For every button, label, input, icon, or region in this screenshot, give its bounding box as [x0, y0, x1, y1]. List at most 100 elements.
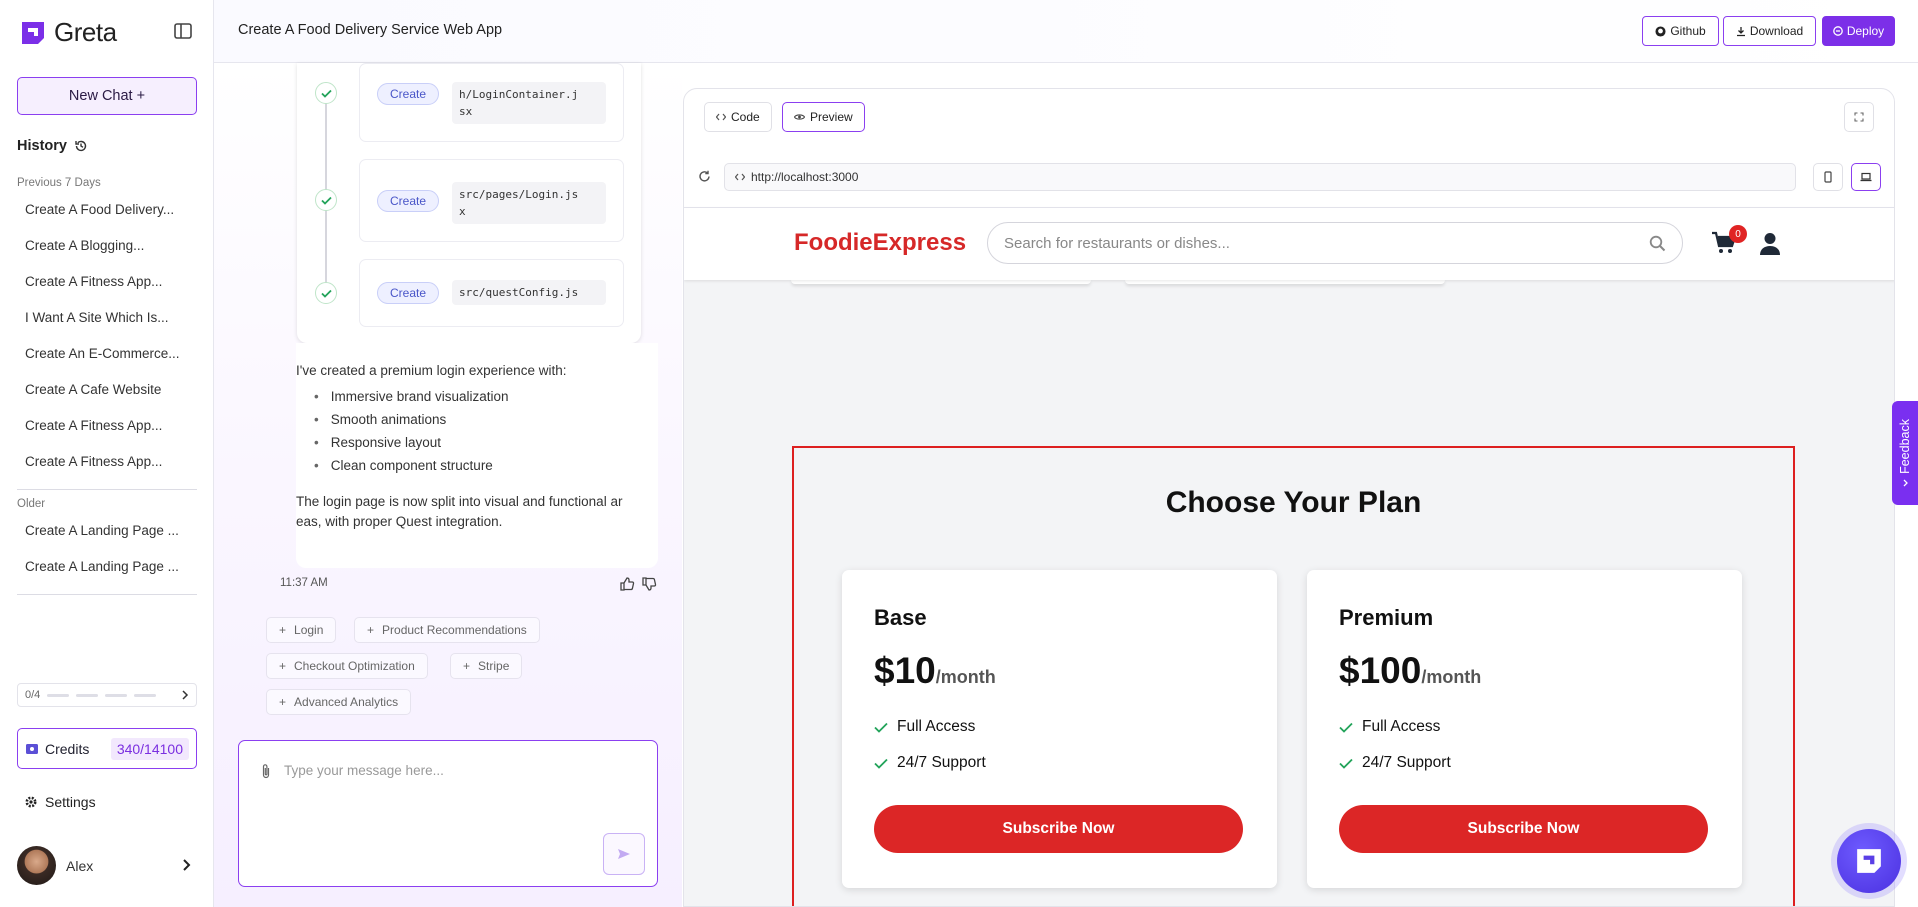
plus-icon: + [279, 695, 287, 709]
history-item[interactable]: I Want A Site Which Is... [25, 310, 169, 325]
suggestion-chip[interactable]: + Product Recommendations [354, 617, 540, 643]
url-bar[interactable]: http://localhost:3000 [724, 163, 1796, 191]
user-icon[interactable] [1759, 232, 1781, 256]
history-heading: History [17, 138, 88, 154]
feedback-tab[interactable]: Feedback [1892, 401, 1918, 505]
history-item[interactable]: Create A Fitness App... [25, 454, 162, 469]
suggestion-label: Stripe [478, 659, 510, 673]
history-item[interactable]: Create A Fitness App... [25, 274, 162, 289]
plan-feature: Full Access [1339, 718, 1440, 736]
github-label: Github [1670, 24, 1706, 38]
price-period: /month [935, 667, 996, 687]
chevron-right-icon[interactable] [181, 690, 189, 700]
desktop-view-button[interactable] [1851, 163, 1881, 191]
refresh-icon[interactable] [698, 170, 711, 183]
settings-link[interactable]: Settings [24, 794, 96, 810]
code-tab-label: Code [731, 110, 760, 124]
list-item-text: Clean component structure [330, 458, 493, 473]
history-item[interactable]: Create A Landing Page ... [25, 559, 179, 574]
suggestion-chip[interactable]: + Login [266, 617, 337, 643]
list-item-text: Responsive layout [330, 435, 442, 450]
check-icon [315, 82, 337, 104]
site-header: FoodieExpress Search for restaurants or … [684, 208, 1894, 280]
credits-label: Credits [45, 740, 90, 757]
create-badge: Create [377, 190, 440, 212]
price-period: /month [1421, 667, 1482, 687]
history-item[interactable]: Create A Landing Page ... [25, 523, 179, 538]
preview-panel: Code Preview http://localhost:3000 Foodi… [683, 88, 1895, 907]
mobile-view-button[interactable] [1813, 163, 1843, 191]
message-summary: The login page is now split into visual … [296, 494, 623, 529]
user-profile[interactable]: Alex [17, 846, 93, 885]
assistant-fab-button[interactable] [1837, 829, 1901, 893]
suggestion-chip[interactable]: + Advanced Analytics [266, 689, 412, 715]
list-item-text: Immersive brand visualization [330, 389, 509, 404]
new-chat-button[interactable]: New Chat + [17, 77, 197, 115]
group-label-recent: Previous 7 Days [17, 177, 101, 189]
chevron-right-icon[interactable] [182, 858, 192, 872]
credits-value: 340/14100 [110, 737, 189, 760]
list-item: • Immersive brand visualization [314, 389, 509, 404]
suggestion-chip[interactable]: + Stripe [450, 653, 523, 679]
code-icon [716, 113, 726, 121]
suggestion-chip[interactable]: + Checkout Optimization [266, 653, 428, 679]
send-button[interactable] [603, 833, 645, 875]
chevron-left-icon [1902, 479, 1909, 487]
deploy-button[interactable]: Deploy [1822, 16, 1895, 46]
app-name: Greta [54, 17, 117, 47]
message-input-box[interactable]: Type your message here... [238, 740, 658, 887]
cart-count-badge: 0 [1729, 225, 1747, 243]
sidebar: Greta New Chat + History Previous 7 Days… [0, 0, 214, 907]
tab-preview[interactable]: Preview [782, 102, 865, 132]
subscribe-button[interactable]: Subscribe Now [874, 805, 1243, 853]
thumbs-down-icon[interactable] [641, 576, 657, 592]
plus-icon: + [279, 659, 287, 673]
divider [17, 594, 197, 595]
search-placeholder: Search for restaurants or dishes... [1004, 234, 1230, 252]
plan-name: Base [874, 605, 927, 630]
github-button[interactable]: Github [1642, 16, 1719, 46]
message-input[interactable]: Type your message here... [284, 763, 444, 778]
plus-icon: + [463, 659, 471, 673]
feature-text: 24/7 Support [897, 754, 986, 771]
thumbs-up-icon[interactable] [619, 576, 635, 592]
divider [17, 489, 197, 490]
download-icon [1736, 26, 1746, 37]
send-icon [617, 848, 631, 860]
card-edge [791, 280, 1091, 284]
site-search-input[interactable]: Search for restaurants or dishes... [987, 222, 1683, 264]
check-icon [1339, 722, 1353, 733]
list-item: • Clean component structure [314, 458, 493, 473]
sidebar-toggle-icon[interactable] [173, 21, 193, 41]
page-title: Create A Food Delivery Service Web App [238, 22, 503, 38]
expand-button[interactable] [1844, 102, 1874, 132]
history-item[interactable]: Create A Cafe Website [25, 382, 161, 397]
pricing-title: Choose Your Plan [1165, 486, 1422, 519]
assistant-message: I've created a premium login experience … [296, 343, 658, 568]
history-item[interactable]: Create A Fitness App... [25, 418, 162, 433]
app-logo[interactable]: Greta [20, 17, 117, 48]
onboarding-progress[interactable]: 0/4 [17, 683, 197, 707]
credits-panel[interactable]: Credits 340/14100 [17, 728, 197, 769]
tab-code[interactable]: Code [704, 102, 772, 132]
subscribe-button[interactable]: Subscribe Now [1339, 805, 1708, 853]
history-item[interactable]: Create A Food Delivery... [25, 202, 174, 217]
history-item[interactable]: Create A Blogging... [25, 238, 144, 253]
progress-segment [47, 693, 70, 697]
paperclip-icon[interactable] [261, 763, 271, 779]
file-path: src/pages/Login.js x [452, 182, 606, 224]
history-item[interactable]: Create An E-Commerce... [25, 346, 180, 361]
site-brand[interactable]: FoodieExpress [794, 229, 966, 257]
feature-text: Full Access [1362, 718, 1441, 735]
progress-segment [76, 693, 99, 697]
plus-icon: + [367, 623, 375, 637]
plan-price: $100/month [1339, 650, 1481, 692]
card-edge [1125, 280, 1445, 284]
history-icon[interactable] [74, 139, 88, 153]
price-amount: $100 [1339, 650, 1422, 691]
user-name: Alex [66, 857, 94, 874]
search-icon[interactable] [1649, 235, 1666, 252]
file-path: h/LoginContainer.j sx [452, 82, 606, 124]
download-button[interactable]: Download [1723, 16, 1816, 46]
message-intro: I've created a premium login experience … [296, 363, 567, 378]
